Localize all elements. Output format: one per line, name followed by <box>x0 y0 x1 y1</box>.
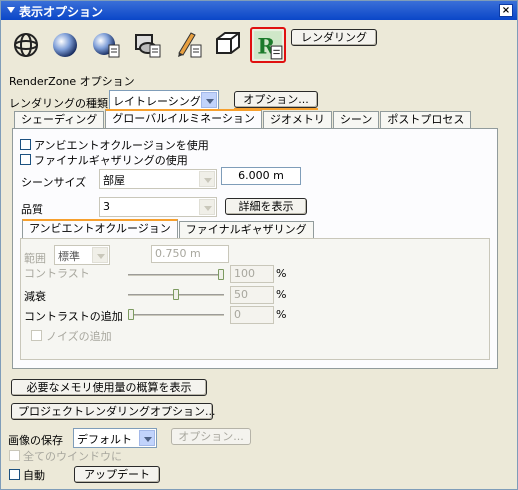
tab-post-process[interactable]: ポストプロセス <box>380 111 472 128</box>
chevron-down-icon <box>199 171 215 187</box>
contrast-add-unit: % <box>276 308 287 321</box>
window-menu-icon[interactable] <box>7 7 15 13</box>
contrast-add-label: コントラストの追加 <box>24 310 123 323</box>
range-mode-value: 標準 <box>58 250 80 263</box>
all-windows-checkbox[interactable] <box>9 450 20 461</box>
box-icon[interactable] <box>213 29 243 59</box>
ao-subpanel: 範囲 標準 0.750 m コントラスト 100 % 減衰 50 % コントラス… <box>20 238 490 360</box>
save-image-options-button[interactable]: オプション... <box>171 428 251 445</box>
render-type-select[interactable]: レイトレーシング <box>109 90 219 110</box>
quality-value: 3 <box>103 200 110 213</box>
attenuation-input[interactable]: 50 <box>230 286 274 304</box>
quality-label: 品質 <box>21 203 43 216</box>
contrast-add-slider[interactable] <box>128 309 224 320</box>
auto-label: 自動 <box>23 469 45 482</box>
range-mode-select[interactable]: 標準 <box>54 245 110 265</box>
section-title: RenderZone オプション <box>9 75 135 88</box>
render-type-label: レンダリングの種類 <box>9 97 108 110</box>
contrast-input[interactable]: 100 <box>230 265 274 283</box>
contrast-add-slider-thumb[interactable] <box>128 309 134 320</box>
chevron-down-icon <box>201 92 217 108</box>
contrast-slider[interactable] <box>128 269 224 280</box>
ambient-occlusion-checkbox[interactable] <box>20 139 31 150</box>
contrast-unit: % <box>276 267 287 280</box>
update-button[interactable]: アップデート <box>74 466 160 483</box>
tab-ambient-occlusion[interactable]: アンビエントオクルージョン <box>22 219 178 238</box>
scene-size-select[interactable]: 部屋 <box>99 169 217 189</box>
shaded-sphere-doc-icon[interactable] <box>91 29 121 59</box>
attenuation-unit: % <box>276 288 287 301</box>
contrast-slider-track <box>128 274 224 276</box>
save-image-value: デフォルト <box>77 433 132 446</box>
final-gathering-checkbox[interactable] <box>20 154 31 165</box>
render-type-options-button[interactable]: オプション... <box>234 91 318 108</box>
range-input[interactable]: 0.750 m <box>151 245 229 263</box>
scene-size-input[interactable]: 6.000 m <box>221 167 301 185</box>
noise-checkbox[interactable] <box>31 330 42 341</box>
contrast-label: コントラスト <box>24 267 90 280</box>
contrast-slider-thumb[interactable] <box>218 269 224 280</box>
save-image-label: 画像の保存 <box>8 434 63 447</box>
main-tabs: シェーディング グローバルイルミネーション ジオメトリ シーン ポストプロセス <box>14 109 472 128</box>
auto-checkbox[interactable] <box>9 469 20 480</box>
noise-label: ノイズの追加 <box>46 330 112 343</box>
tab-scene[interactable]: シーン <box>332 111 380 128</box>
contrast-add-input[interactable]: 0 <box>230 306 274 324</box>
contrast-add-slider-track <box>128 314 224 316</box>
scene-size-label: シーンサイズ <box>21 176 87 189</box>
tab-geometry[interactable]: ジオメトリ <box>262 111 332 128</box>
details-button[interactable]: 詳細を表示 <box>225 198 307 215</box>
scene-size-value: 部屋 <box>103 174 125 187</box>
render-button[interactable]: レンダリング <box>291 29 377 46</box>
quality-select[interactable]: 3 <box>99 197 217 217</box>
attenuation-slider-thumb[interactable] <box>173 289 179 300</box>
renderzone-button[interactable]: R <box>250 27 286 63</box>
tab-global-illumination[interactable]: グローバルイルミネーション <box>105 109 262 128</box>
project-render-options-button[interactable]: プロジェクトレンダリングオプション... <box>11 403 216 420</box>
close-button[interactable]: × <box>499 4 513 17</box>
gi-subtabs: アンビエントオクルージョン ファイナルギャザリング <box>22 219 315 238</box>
title-bar: 表示オプション × <box>1 1 517 20</box>
pencil-doc-icon[interactable] <box>173 29 203 59</box>
renderzone-icon: R <box>254 31 283 60</box>
chevron-down-icon <box>92 247 108 263</box>
ambient-occlusion-label: アンビエントオクルージョンを使用 <box>34 139 209 152</box>
options-window: 表示オプション × R レンダリング RenderZone オプション レンダリ… <box>0 0 518 490</box>
range-label: 範囲 <box>24 252 46 265</box>
wireframe-sphere-icon[interactable] <box>11 29 41 59</box>
tab-shading[interactable]: シェーディング <box>14 111 105 128</box>
memory-estimate-button[interactable]: 必要なメモリ使用量の概算を表示 <box>11 379 207 396</box>
all-windows-label: 全てのウインドウに <box>23 450 122 463</box>
final-gathering-label: ファイナルギャザリングの使用 <box>34 154 188 167</box>
attenuation-slider[interactable] <box>128 289 224 300</box>
render-objects-icon[interactable] <box>132 29 162 59</box>
save-image-select[interactable]: デフォルト <box>73 428 157 448</box>
attenuation-label: 減衰 <box>24 290 46 303</box>
gi-panel: アンビエントオクルージョンを使用 ファイナルギャザリングの使用 シーンサイズ 部… <box>12 128 498 369</box>
chevron-down-icon <box>199 199 215 215</box>
chevron-down-icon <box>139 430 155 446</box>
tab-final-gathering[interactable]: ファイナルギャザリング <box>178 221 314 238</box>
shaded-sphere-icon[interactable] <box>50 29 80 59</box>
render-type-value: レイトレーシング <box>113 95 201 108</box>
window-title: 表示オプション <box>19 5 104 19</box>
